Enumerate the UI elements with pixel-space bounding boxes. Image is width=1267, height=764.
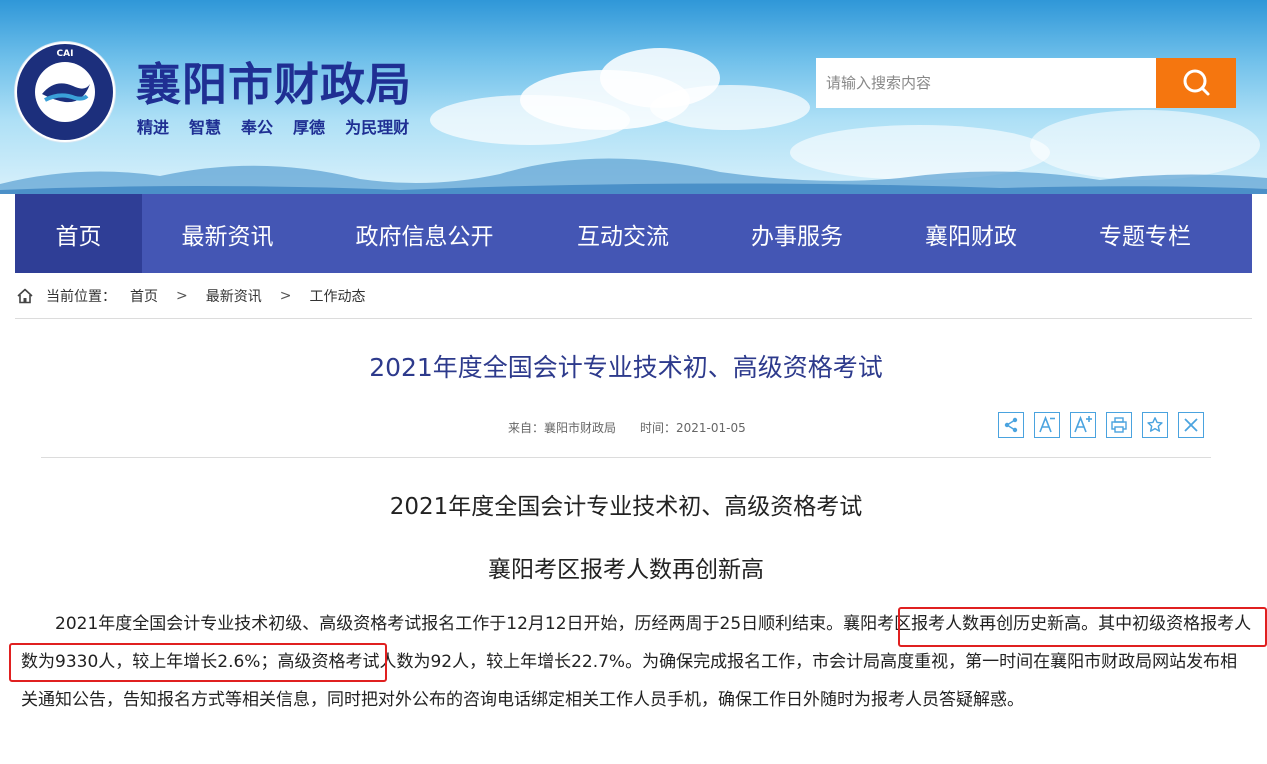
nav-item-special-topics[interactable]: 专题专栏 xyxy=(1058,194,1232,273)
search-button[interactable] xyxy=(1156,58,1236,108)
search-icon xyxy=(1183,69,1210,96)
slogan-item: 精进 xyxy=(137,118,170,137)
breadcrumb-link-work-updates[interactable]: 工作动态 xyxy=(309,286,365,306)
nav-item-news[interactable]: 最新资讯 xyxy=(142,194,313,273)
home-icon xyxy=(17,288,33,304)
close-icon xyxy=(1184,418,1198,432)
favorite-icon xyxy=(1147,417,1163,432)
close-button[interactable] xyxy=(1178,412,1204,438)
font-increase-button[interactable] xyxy=(1070,412,1096,438)
divider xyxy=(15,318,1252,319)
article-heading: 2021年度全国会计专业技术初、高级资格考试 xyxy=(389,494,863,520)
slogan-item: 奉公 xyxy=(241,118,274,137)
slogan-item: 智慧 xyxy=(189,118,222,137)
article-tools xyxy=(998,412,1204,438)
highlight-box xyxy=(9,643,387,682)
favorite-button[interactable] xyxy=(1142,412,1168,438)
article-source: 来自：襄阳市财政局 xyxy=(508,421,617,435)
header-banner: CAI 襄阳市财政局 精进 智慧 奉公 厚德 为民理财 xyxy=(0,0,1267,194)
search-box xyxy=(816,58,1236,108)
highlight-box xyxy=(898,607,1267,647)
nav-item-gov-info[interactable]: 政府信息公开 xyxy=(313,194,536,273)
breadcrumb-separator: > xyxy=(176,288,188,304)
site-logo[interactable]: CAI xyxy=(15,42,115,142)
slogan: 精进 智慧 奉公 厚德 为民理财 xyxy=(137,114,409,138)
share-button[interactable] xyxy=(998,412,1024,438)
slogan-item: 厚德 xyxy=(293,118,326,137)
nav-item-home[interactable]: 首页 xyxy=(15,194,142,273)
paragraph-text: 2021年度全国会计专业技术初级、高级资格考试报名工作于12月12日开始，历经两… xyxy=(55,614,844,634)
search-input[interactable] xyxy=(816,58,1156,108)
article-meta: 来自：襄阳市财政局 时间：2021-01-05 xyxy=(508,419,746,436)
slogan-item: 为民理财 xyxy=(345,118,410,137)
nav-item-xiangyang-finance[interactable]: 襄阳财政 xyxy=(884,194,1058,273)
font-increase-icon xyxy=(1074,415,1092,433)
breadcrumb: 当前位置： 首页 > 最新资讯 > 工作动态 xyxy=(16,283,365,309)
print-button[interactable] xyxy=(1106,412,1132,438)
svg-text:CAI: CAI xyxy=(57,49,74,59)
font-decrease-icon xyxy=(1039,415,1055,433)
cloud xyxy=(650,85,810,130)
divider xyxy=(41,457,1211,458)
article-subheading: 襄阳考区报考人数再创新高 xyxy=(488,557,764,583)
breadcrumb-link-home[interactable]: 首页 xyxy=(130,286,158,306)
mountains xyxy=(0,158,1267,194)
article-title: 2021年度全国会计专业技术初、高级资格考试 xyxy=(369,353,883,382)
nav-item-interaction[interactable]: 互动交流 xyxy=(536,194,710,273)
nav-item-services[interactable]: 办事服务 xyxy=(710,194,884,273)
font-decrease-button[interactable] xyxy=(1034,412,1060,438)
site-title: 襄阳市财政局 xyxy=(136,58,413,111)
breadcrumb-prefix: 当前位置： xyxy=(46,289,116,305)
print-icon xyxy=(1111,417,1127,433)
share-icon xyxy=(1004,417,1018,433)
article-time: 时间：2021-01-05 xyxy=(640,421,746,435)
breadcrumb-separator: > xyxy=(279,288,292,304)
main-nav: 首页 最新资讯 政府信息公开 互动交流 办事服务 襄阳财政 专题专栏 xyxy=(15,194,1252,273)
breadcrumb-link-news[interactable]: 最新资讯 xyxy=(206,286,262,306)
